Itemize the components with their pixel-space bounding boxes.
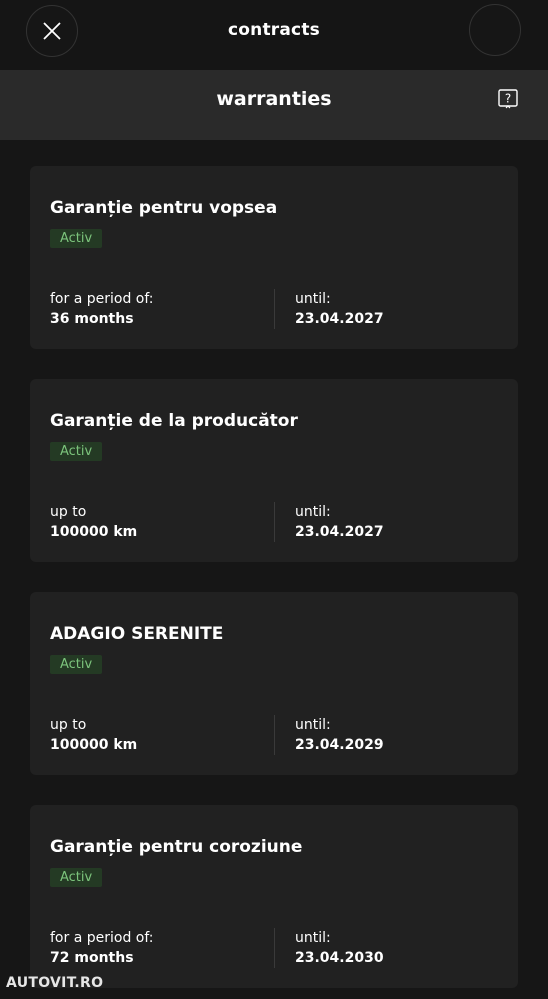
warranty-card[interactable]: Garanție pentru vopsea Activ for a perio… (30, 166, 518, 349)
status-badge: Activ (50, 229, 103, 248)
period-value: 36 months (50, 311, 134, 327)
warranty-card[interactable]: Garanție pentru coroziune Activ for a pe… (30, 805, 518, 988)
warranty-title: Garanție de la producător (50, 411, 298, 431)
until-label: until: (295, 717, 331, 733)
until-label: until: (295, 930, 331, 946)
until-value: 23.04.2030 (295, 950, 384, 966)
svg-text:?: ? (505, 92, 511, 106)
period-value: 72 months (50, 950, 134, 966)
status-badge: Activ (50, 868, 103, 887)
until-label: until: (295, 291, 331, 307)
header-right-button[interactable] (469, 4, 521, 56)
status-badge: Activ (50, 442, 103, 461)
period-label: up to (50, 504, 87, 520)
until-value: 23.04.2027 (295, 311, 384, 327)
period-value: 100000 km (50, 737, 138, 753)
section-header: warranties ? (0, 71, 548, 140)
warranty-title: ADAGIO SERENITE (50, 624, 224, 644)
warranty-card[interactable]: Garanție de la producător Activ up to 10… (30, 379, 518, 562)
divider (274, 928, 275, 968)
warranty-title: Garanție pentru coroziune (50, 837, 303, 857)
divider (274, 289, 275, 329)
warranty-title: Garanție pentru vopsea (50, 198, 278, 218)
section-title: warranties (216, 88, 332, 110)
period-value: 100000 km (50, 524, 138, 540)
divider (274, 715, 275, 755)
until-label: until: (295, 504, 331, 520)
status-badge: Activ (50, 655, 103, 674)
page-title: contracts (228, 20, 320, 40)
warranty-card[interactable]: ADAGIO SERENITE Activ up to 100000 km un… (30, 592, 518, 775)
period-label: for a period of: (50, 291, 154, 307)
top-bar: contracts (0, 0, 548, 71)
period-label: for a period of: (50, 930, 154, 946)
until-value: 23.04.2029 (295, 737, 384, 753)
watermark: AUTOVIT.RO (6, 975, 104, 991)
help-icon[interactable]: ? (498, 89, 518, 109)
until-value: 23.04.2027 (295, 524, 384, 540)
divider (274, 502, 275, 542)
period-label: up to (50, 717, 87, 733)
